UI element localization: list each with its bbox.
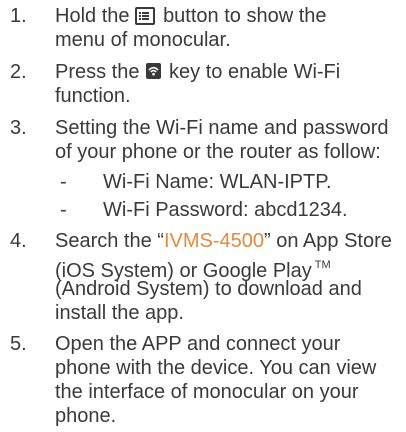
- step-line: function.: [55, 85, 131, 107]
- step-number: 2.: [10, 61, 27, 83]
- step-number: 1.: [10, 5, 27, 27]
- wifi-password-text: Wi-Fi Password: abcd1234.: [103, 199, 348, 221]
- step-line: phone.: [55, 405, 117, 427]
- step-text-part: Search the “: [55, 230, 164, 252]
- bullet-dash: -: [60, 199, 67, 221]
- trademark-symbol: TM: [314, 259, 331, 271]
- menu-button-icon: [134, 7, 155, 25]
- step-text: Search the “IVMS-4500” on App Store (iOS…: [55, 229, 403, 325]
- step-text: Hold the button to show the menu of mono…: [55, 4, 403, 52]
- app-name-highlight: IVMS-4500: [163, 230, 265, 252]
- step-line: install the app.: [55, 302, 184, 324]
- step-line: Press the key to enable Wi-Fi: [55, 60, 403, 84]
- wifi-name-text: Wi-Fi Name: WLAN-IPTP.: [103, 171, 332, 193]
- step-text: Setting the Wi-Fi name and password of y…: [55, 116, 403, 164]
- step-line: of your phone or the router as follow:: [55, 141, 381, 163]
- step-line: (iOS System) or Google Play TM: [55, 253, 403, 282]
- step-text: Open the APP and connect your phone with…: [55, 332, 403, 428]
- step-text-part: Hold the: [55, 5, 130, 27]
- step-number: 3.: [10, 117, 27, 139]
- step-number: 4.: [10, 230, 27, 252]
- step-line: Open the APP and connect your: [55, 333, 341, 355]
- step-line: Search the “IVMS-4500” on App Store: [55, 229, 403, 253]
- bullet-dash: -: [60, 171, 67, 193]
- step-line: Hold the button to show the: [55, 4, 403, 28]
- step-number: 5.: [10, 333, 27, 355]
- step-text-part: key to enable Wi-Fi: [169, 61, 341, 83]
- step-text-part: Press the: [55, 61, 140, 83]
- instruction-page: { "steps": [ { "number": "1.", "line1_be…: [0, 0, 406, 432]
- step-text: Press the key to enable Wi-Fi function.: [55, 60, 403, 108]
- wifi-key-icon: [146, 63, 162, 79]
- step-line: Setting the Wi-Fi name and password: [55, 117, 389, 139]
- step-text-part: ” on App Store: [264, 230, 392, 252]
- step-line: phone with the device. You can view: [55, 357, 377, 379]
- step-text-part: button to show the: [163, 5, 327, 27]
- step-line: the interface of monocular on your: [55, 381, 359, 403]
- step-line: menu of monocular.: [55, 29, 231, 51]
- step-line: (Android System) to download and: [55, 278, 362, 300]
